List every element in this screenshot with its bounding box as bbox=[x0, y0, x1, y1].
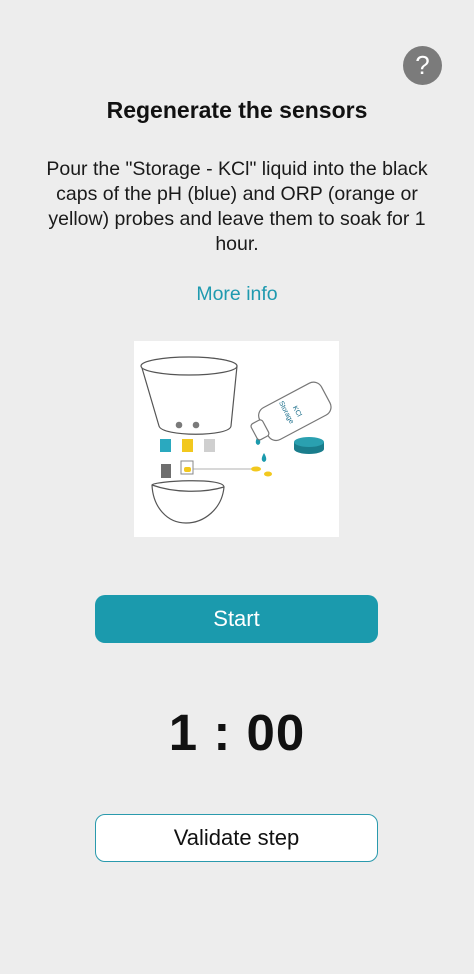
question-mark-icon: ? bbox=[415, 50, 430, 80]
countdown-timer: 1 : 00 bbox=[168, 704, 306, 761]
illustration-svg: Storage KCl bbox=[140, 356, 332, 524]
sensor-hole-left bbox=[175, 421, 183, 429]
page-title: Regenerate the sensors bbox=[106, 97, 368, 123]
cap-yellow-inner bbox=[184, 467, 191, 472]
probe-ph-blue bbox=[160, 439, 171, 452]
validate-step-button[interactable]: Validate step bbox=[95, 814, 378, 862]
sensor-bottom-cup bbox=[151, 480, 225, 524]
start-button[interactable]: Start bbox=[95, 595, 378, 643]
liquid-drop-yellow-1 bbox=[251, 466, 261, 472]
sensor-hole-right bbox=[192, 421, 200, 429]
bottle-cap-top bbox=[294, 437, 324, 447]
probe-grey bbox=[204, 439, 215, 452]
more-info-link[interactable]: More info bbox=[0, 283, 474, 306]
sensor-illustration: Storage KCl bbox=[134, 341, 339, 537]
probe-orp-yellow bbox=[182, 439, 193, 452]
help-button[interactable]: ? bbox=[403, 46, 442, 85]
sensor-body-top bbox=[140, 356, 238, 376]
instructions-text: Pour the "Storage - KCl" liquid into the… bbox=[46, 158, 428, 255]
liquid-drop-blue-2 bbox=[261, 453, 267, 462]
screen: ? Regenerate the sensors Pour the "Stora… bbox=[0, 0, 474, 974]
black-cap bbox=[161, 464, 171, 478]
liquid-drop-yellow-2 bbox=[264, 471, 272, 477]
kcl-bottle: Storage KCl bbox=[250, 381, 332, 442]
